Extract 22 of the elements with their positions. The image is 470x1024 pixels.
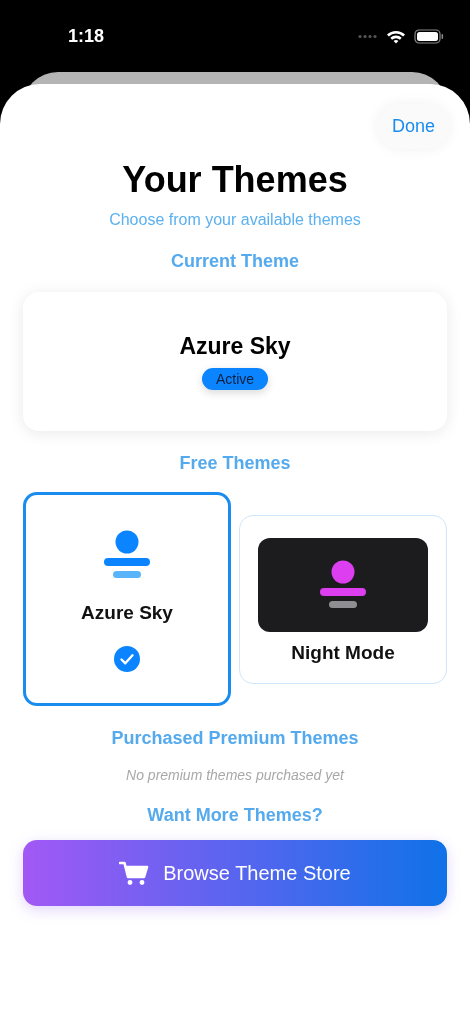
- status-time: 1:18: [68, 25, 105, 47]
- signal-icon: [358, 33, 378, 39]
- wifi-icon: [386, 28, 406, 44]
- subtitle: Choose from your available themes: [109, 211, 361, 229]
- section-heading: Current Theme: [171, 251, 299, 272]
- cart-icon: [119, 860, 150, 886]
- section-heading: Purchased Premium Themes: [111, 728, 359, 749]
- battery-icon: [414, 28, 444, 44]
- empty-message: No premium themes purchased yet: [126, 767, 344, 783]
- theme-card[interactable]: Night Mode: [239, 514, 447, 684]
- theme-card[interactable]: Azure Sky: [23, 492, 231, 706]
- section-heading: Free Themes: [179, 453, 291, 474]
- section-heading: Want More Themes?: [147, 805, 323, 826]
- checkmark-icon: [114, 646, 140, 672]
- person-icon: [319, 560, 367, 610]
- theme-name: Azure Sky: [179, 333, 291, 360]
- active-badge: Active: [201, 368, 269, 390]
- person-icon: [103, 530, 151, 580]
- page-title: Your Themes: [122, 159, 348, 201]
- browse-store-button[interactable]: Browse Theme Store: [23, 840, 447, 906]
- theme-name: Azure Sky: [81, 602, 173, 624]
- theme-name: Night Mode: [291, 642, 395, 664]
